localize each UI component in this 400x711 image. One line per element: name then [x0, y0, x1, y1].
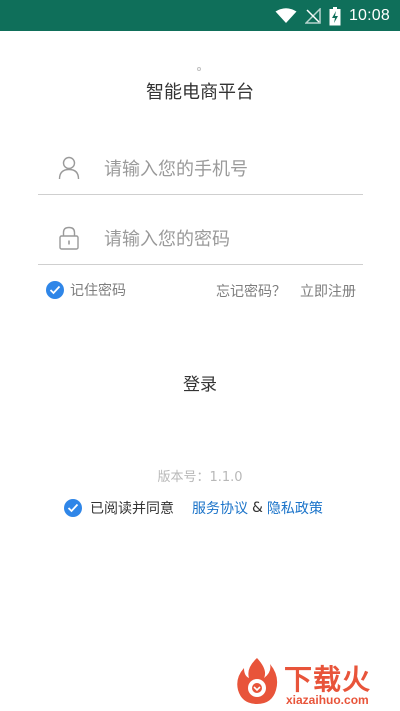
signal-off-icon: [304, 8, 321, 24]
version-text: 版本号：1.1.0: [157, 470, 243, 485]
service-agreement-link[interactable]: 服务协议: [192, 498, 248, 518]
account-links: 忘记密码？ 立即注册: [216, 281, 356, 301]
remember-label: 记住密码: [70, 283, 126, 299]
page-title: 智能电商平台: [146, 82, 254, 103]
password-input[interactable]: [102, 222, 356, 256]
remember-checkbox[interactable]: [46, 281, 64, 299]
check-icon: [49, 285, 61, 295]
user-icon: [58, 156, 80, 180]
privacy-policy-link[interactable]: 隐私政策: [267, 498, 323, 518]
wifi-icon: [275, 8, 297, 23]
watermark-brand: 下载火: [284, 663, 372, 696]
login-button[interactable]: 登录: [140, 368, 260, 400]
watermark-domain: xiazaihuo.com: [286, 693, 369, 707]
agree-checkbox[interactable]: [64, 499, 82, 517]
phone-field-row: [38, 142, 363, 195]
remember-password-toggle[interactable]: 记住密码: [46, 280, 126, 300]
agree-text: 已阅读并同意: [90, 501, 174, 517]
ampersand: &: [252, 500, 263, 516]
status-bar: 10:08: [0, 0, 400, 31]
forgot-password-link[interactable]: 忘记密码？: [216, 281, 286, 301]
app-logo: [197, 67, 201, 71]
phone-input[interactable]: [102, 152, 356, 186]
battery-charging-icon: [329, 6, 341, 25]
watermark: 下载火 xiazaihuo.com: [234, 656, 394, 708]
lock-icon: [59, 226, 79, 250]
agreement-row: 已阅读并同意 服务协议 & 隐私政策: [64, 498, 323, 518]
status-time: 10:08: [348, 7, 390, 24]
register-link[interactable]: 立即注册: [300, 281, 356, 301]
password-field-row: [38, 212, 363, 265]
check-icon: [67, 503, 79, 513]
flame-logo-icon: [237, 658, 278, 704]
status-icons: 10:08: [275, 6, 390, 26]
